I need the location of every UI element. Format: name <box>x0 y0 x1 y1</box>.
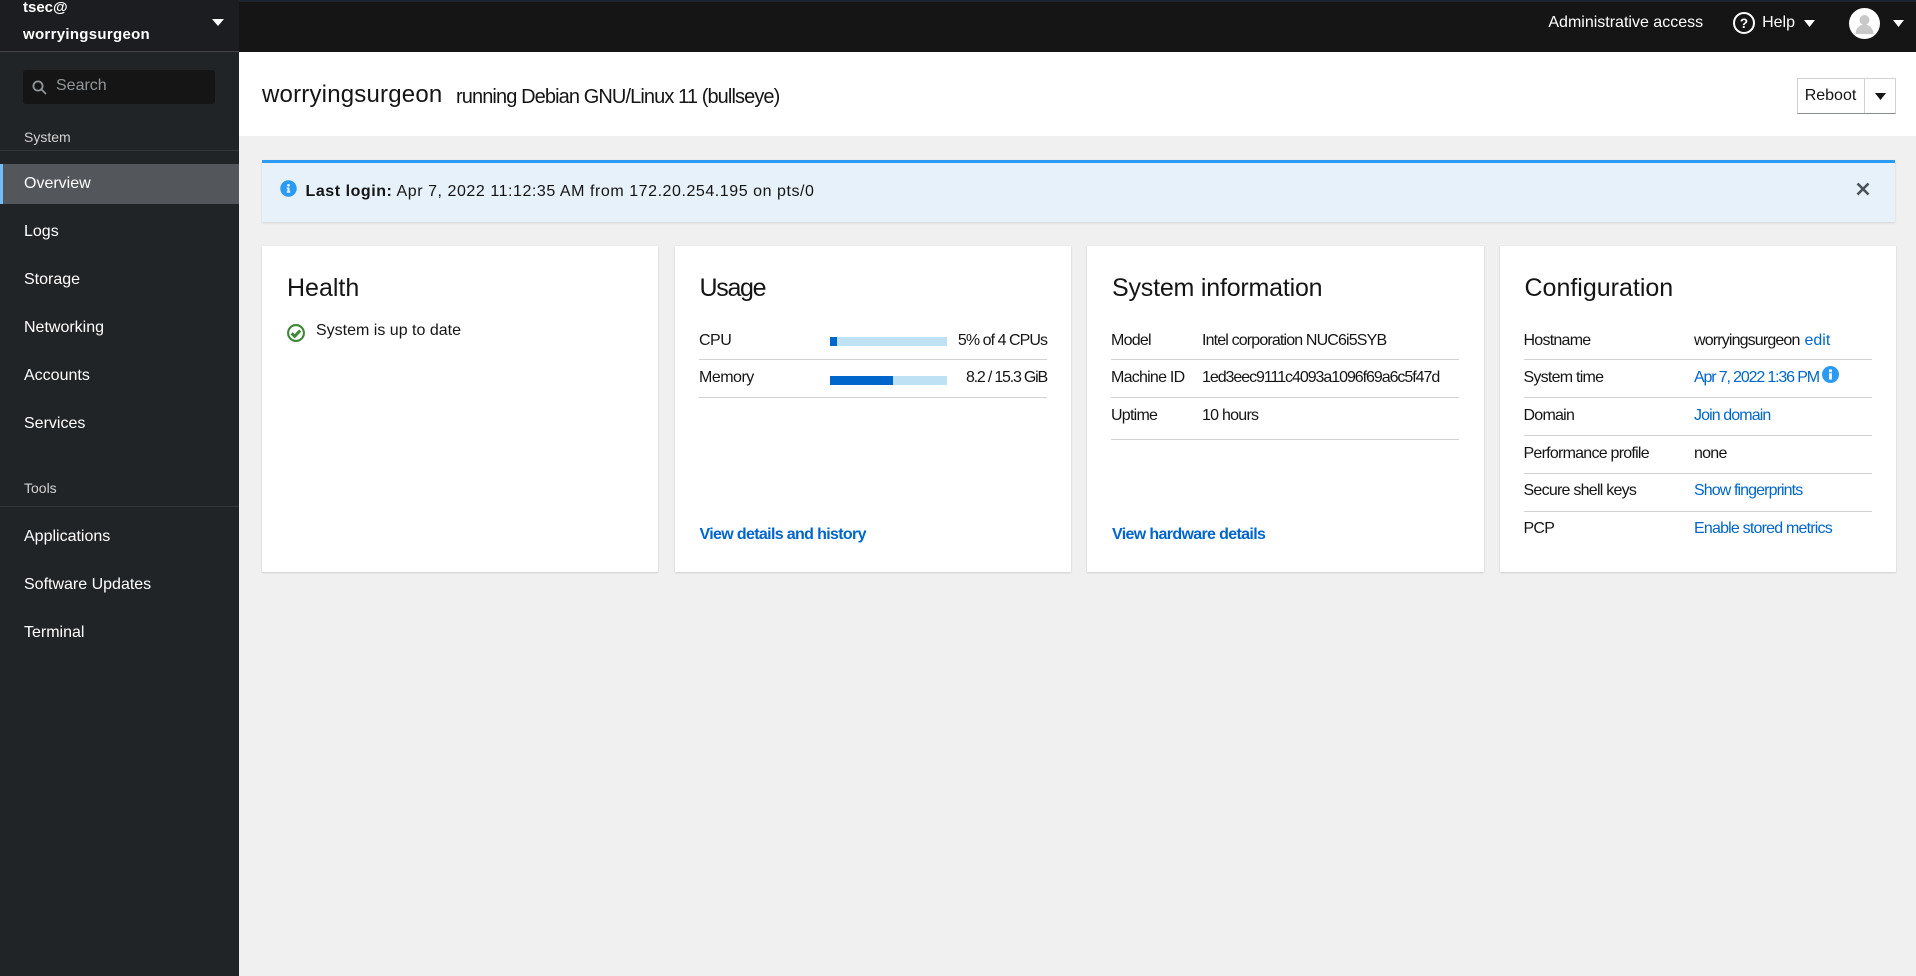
svg-text:?: ? <box>1740 16 1748 31</box>
